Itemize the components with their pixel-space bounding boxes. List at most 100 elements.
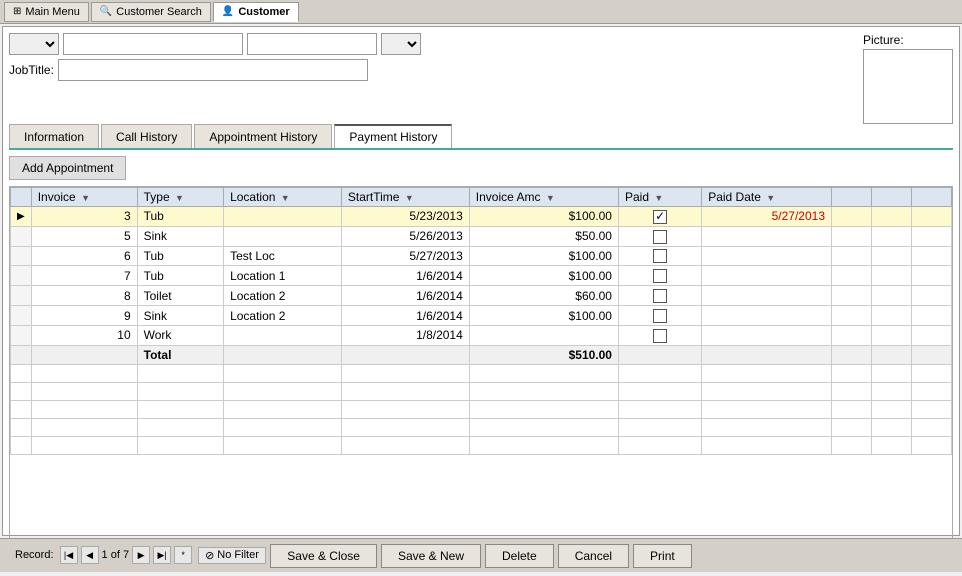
cell-invoice-amount: $100.00	[469, 306, 618, 326]
empty-cell	[31, 364, 137, 382]
cell-extra	[872, 207, 912, 227]
cell-extra	[872, 306, 912, 326]
first-name-input[interactable]: Test	[63, 33, 243, 55]
empty-cell	[137, 364, 223, 382]
table-row[interactable]: 9SinkLocation 21/6/2014$100.00	[11, 306, 952, 326]
filter-button[interactable]: ⊘ No Filter	[198, 547, 266, 564]
customer-type-dropdown[interactable]	[381, 33, 421, 55]
empty-row	[11, 436, 952, 454]
cell-extra	[832, 306, 872, 326]
total-cell-4	[341, 345, 469, 364]
cell-paid[interactable]	[618, 266, 701, 286]
tab-information[interactable]: Information	[9, 124, 99, 148]
empty-row	[11, 364, 952, 382]
col-header-invoice[interactable]: Invoice ▼	[31, 188, 137, 207]
nav-first-button[interactable]: |◀	[60, 546, 78, 564]
table-body: ▶3Tub5/23/2013$100.005/27/20135Sink5/26/…	[11, 207, 952, 455]
cell-extra	[912, 306, 952, 326]
table-row[interactable]: 7TubLocation 11/6/2014$100.00	[11, 266, 952, 286]
empty-cell	[11, 382, 32, 400]
col-header-paid[interactable]: Paid ▼	[618, 188, 701, 207]
row-indicator	[11, 266, 32, 286]
col-invoice-amount-label: Invoice Amc	[476, 190, 541, 204]
save-close-button[interactable]: Save & Close	[270, 544, 377, 568]
cell-paid[interactable]	[618, 226, 701, 246]
tab-main-menu[interactable]: ⊞ Main Menu	[4, 2, 89, 22]
paid-checkbox-checked[interactable]	[653, 210, 667, 224]
paid-checkbox-unchecked[interactable]	[653, 289, 667, 303]
cell-starttime: 1/6/2014	[341, 306, 469, 326]
paid-sort-icon: ▼	[654, 193, 663, 203]
cell-location	[224, 207, 342, 227]
cell-invoice-amount: $100.00	[469, 266, 618, 286]
table-row[interactable]: 10Work1/8/2014	[11, 325, 952, 345]
total-cell-9	[872, 345, 912, 364]
empty-cell	[832, 418, 872, 436]
paid-checkbox-unchecked[interactable]	[653, 309, 667, 323]
total-cell-6	[618, 345, 701, 364]
table-row[interactable]: 8ToiletLocation 21/6/2014$60.00	[11, 286, 952, 306]
cell-paid[interactable]	[618, 306, 701, 326]
nav-next-button[interactable]: ▶	[132, 546, 150, 564]
nav-new-button[interactable]: *	[174, 546, 192, 564]
empty-cell	[341, 364, 469, 382]
left-header: Test Customer JobTitle:	[9, 33, 859, 124]
empty-cell	[469, 400, 618, 418]
nav-prev-button[interactable]: ◀	[81, 546, 99, 564]
empty-cell	[832, 436, 872, 454]
col-header-invoice-amount[interactable]: Invoice Amc ▼	[469, 188, 618, 207]
table-row[interactable]: 5Sink5/26/2013$50.00	[11, 226, 952, 246]
col-extra1	[832, 188, 872, 207]
current-record: 1	[102, 549, 108, 561]
tab-payment-history[interactable]: Payment History	[334, 124, 452, 148]
tab-customer[interactable]: 👤 Customer	[213, 2, 299, 22]
empty-cell	[912, 364, 952, 382]
paid-checkbox-unchecked[interactable]	[653, 230, 667, 244]
cell-paid[interactable]	[618, 325, 701, 345]
salutation-dropdown[interactable]	[9, 33, 59, 55]
table-row[interactable]: 6TubTest Loc5/27/2013$100.00	[11, 246, 952, 266]
cell-type: Sink	[137, 226, 223, 246]
add-appointment-button[interactable]: Add Appointment	[9, 156, 126, 180]
empty-row	[11, 418, 952, 436]
cell-paid[interactable]	[618, 207, 701, 227]
cell-starttime: 1/6/2014	[341, 266, 469, 286]
cancel-button[interactable]: Cancel	[558, 544, 629, 568]
cell-extra	[832, 286, 872, 306]
jobtitle-input[interactable]	[58, 59, 368, 81]
delete-button[interactable]: Delete	[485, 544, 554, 568]
empty-cell	[469, 382, 618, 400]
nav-last-button[interactable]: ▶|	[153, 546, 171, 564]
row-indicator	[11, 325, 32, 345]
type-sort-icon: ▼	[175, 193, 184, 203]
tab-appointment-history[interactable]: Appointment History	[194, 124, 332, 148]
cell-invoice-amount: $100.00	[469, 246, 618, 266]
empty-row	[11, 400, 952, 418]
tab-customer-search[interactable]: 🔍 Customer Search	[91, 2, 211, 22]
cell-paid[interactable]	[618, 286, 701, 306]
print-button[interactable]: Print	[633, 544, 692, 568]
paid-checkbox-unchecked[interactable]	[653, 249, 667, 263]
col-header-type[interactable]: Type ▼	[137, 188, 223, 207]
table-header: Invoice ▼ Type ▼ Location ▼ StartTime ▼	[11, 188, 952, 207]
cell-invoice: 10	[31, 325, 137, 345]
save-new-button[interactable]: Save & New	[381, 544, 481, 568]
col-header-starttime[interactable]: StartTime ▼	[341, 188, 469, 207]
empty-cell	[341, 418, 469, 436]
cell-starttime: 1/8/2014	[341, 325, 469, 345]
cell-paid[interactable]	[618, 246, 701, 266]
cell-invoice-amount: $100.00	[469, 207, 618, 227]
col-header-paid-date[interactable]: Paid Date ▼	[702, 188, 832, 207]
table-row[interactable]: ▶3Tub5/23/2013$100.005/27/2013	[11, 207, 952, 227]
last-name-input[interactable]: Customer	[247, 33, 377, 55]
paid-checkbox-unchecked[interactable]	[653, 329, 667, 343]
empty-cell	[469, 364, 618, 382]
empty-cell	[11, 400, 32, 418]
empty-cell	[702, 418, 832, 436]
tab-call-history[interactable]: Call History	[101, 124, 192, 148]
empty-cell	[341, 436, 469, 454]
col-header-location[interactable]: Location ▼	[224, 188, 342, 207]
paid-checkbox-unchecked[interactable]	[653, 269, 667, 283]
cell-paid-date: 5/27/2013	[702, 207, 832, 227]
cell-invoice-amount: $50.00	[469, 226, 618, 246]
